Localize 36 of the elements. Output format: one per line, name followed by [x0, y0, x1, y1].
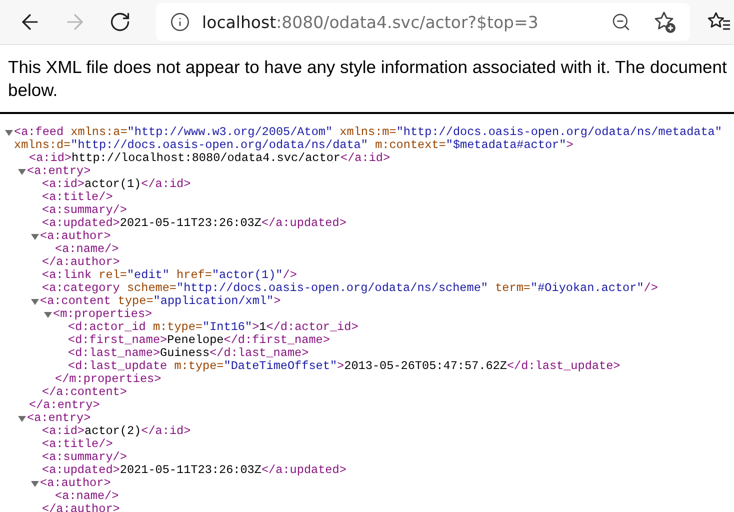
- reload-icon: [108, 11, 131, 33]
- xml-line: <a:entry>: [26, 165, 91, 178]
- xml-line: <a:link rel="edit" href="actor(1)"/>: [41, 269, 297, 282]
- xml-line: <a:updated>2021-05-11T23:26:03Z</a:updated>: [41, 217, 346, 230]
- xml-line: </m:properties>: [54, 373, 162, 386]
- url-text: localhost:8080/odata4.svc/actor?$top=3: [202, 12, 540, 32]
- xml-line: <m:properties>: [52, 308, 152, 321]
- xml-line: <d:actor_id m:type="Int16">1</d:actor_id>: [67, 321, 358, 334]
- xml-line: <a:id>actor(2)</a:id>: [41, 425, 191, 438]
- xml-line: <a:title/>: [41, 438, 113, 451]
- xml-line: <a:name/>: [54, 490, 119, 503]
- xml-line: <a:id>actor(1)</a:id>: [41, 178, 191, 191]
- xml-line: <a:content type="application/xml">: [39, 295, 281, 308]
- xml-line: <a:feed xmlns:a="http://www.w3.org/2005/Atom" xmlns:m="http://docs.oasis-open.org/odata/ns/metadata" xmlns:d="http://docs.oasis-open.org/odata/ns/data" m:context="$metadata#actor">: [13, 126, 723, 152]
- xml-line: <a:summary/>: [41, 451, 127, 464]
- zoom-out-icon: [611, 12, 632, 32]
- star-add-icon: [653, 10, 678, 34]
- xml-line: <a:summary/>: [41, 204, 127, 217]
- xml-line: </a:entry>: [28, 399, 100, 412]
- xml-line: <a:updated>2021-05-11T23:26:03Z</a:updated>: [41, 464, 346, 477]
- xml-line: <a:id>http://localhost:8080/odata4.svc/actor</a:id>: [28, 152, 390, 165]
- xml-line: <d:last_update m:type="DateTimeOffset">2013-05-26T05:47:57.62Z</d:last_update>: [67, 360, 620, 373]
- xml-line: </a:author>: [41, 503, 120, 512]
- xml-line: <a:title/>: [41, 191, 113, 204]
- xml-line: <a:entry>: [26, 412, 91, 425]
- xml-line: <a:category scheme="http://docs.oasis-open.org/odata/ns/scheme" term="#Oiyokan.actor"/>: [41, 282, 658, 295]
- notice-text: This XML file does not appear to have any style information associated with it. The document below.: [0, 45, 734, 114]
- info-icon: [170, 12, 190, 32]
- xml-line: <a:author>: [39, 230, 111, 243]
- xml-line: <d:first_name>Penelope</d:first_name>: [67, 334, 330, 347]
- xml-line: <d:last_name>Guiness</d:last_name>: [67, 347, 309, 360]
- xml-line: <a:name/>: [54, 243, 119, 256]
- xml-line: </a:content>: [41, 386, 127, 399]
- xml-line: <a:author>: [39, 477, 111, 490]
- xml-line: </a:author>: [41, 256, 120, 269]
- address-bar[interactable]: localhost:8080/odata4.svc/actor?$top=3: [156, 3, 690, 41]
